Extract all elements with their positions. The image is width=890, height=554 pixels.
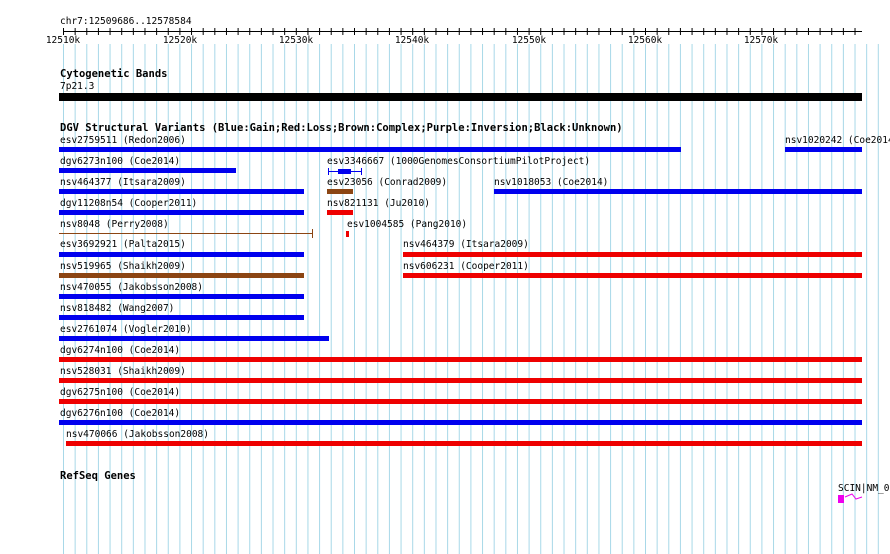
- variant-label[interactable]: nsv1018053 (Coe2014): [494, 177, 608, 188]
- variant-bar[interactable]: [327, 189, 353, 194]
- region-label: chr7:12509686..12578584: [60, 16, 192, 27]
- track-title-refseq: RefSeq Genes: [60, 470, 136, 482]
- variant-bar[interactable]: [59, 147, 681, 152]
- track-title-cytobands: Cytogenetic Bands: [60, 68, 168, 80]
- ruler-tick-label: 12540k: [394, 35, 430, 46]
- cytoband-bar[interactable]: [59, 93, 862, 101]
- variant-bar[interactable]: [59, 399, 862, 404]
- variant-label[interactable]: esv3346667 (1000GenomesConsortiumPilotPr…: [327, 156, 590, 167]
- variant-label[interactable]: esv2761074 (Vogler2010): [60, 324, 192, 335]
- ruler-tick-label: 12510k: [45, 35, 81, 46]
- variant-bar[interactable]: [59, 294, 304, 299]
- variant-label[interactable]: esv3692921 (Palta2015): [60, 239, 186, 250]
- variant-label[interactable]: dgv6275n100 (Coe2014): [60, 387, 180, 398]
- variant-label[interactable]: esv23056 (Conrad2009): [327, 177, 447, 188]
- variant-bar[interactable]: [785, 147, 862, 152]
- variant-bar[interactable]: [59, 273, 304, 278]
- gene-intron-arrow-icon: [844, 493, 863, 500]
- variant-bar[interactable]: [494, 189, 862, 194]
- gene-label[interactable]: SCIN|NM_0: [838, 483, 889, 494]
- variant-bar[interactable]: [59, 357, 862, 362]
- variant-label[interactable]: dgv6274n100 (Coe2014): [60, 345, 180, 356]
- variant-label[interactable]: esv1004585 (Pang2010): [347, 219, 467, 230]
- ruler-tick-label: 12560k: [627, 35, 663, 46]
- gene-exon[interactable]: [838, 495, 844, 503]
- variant-label[interactable]: nsv1020242 (Coe2014): [785, 135, 890, 146]
- cytoband-label: 7p21.3: [60, 81, 95, 92]
- variant-label[interactable]: esv2759511 (Redon2006): [60, 135, 186, 146]
- variant-bar[interactable]: [338, 169, 351, 174]
- variant-bar[interactable]: [59, 168, 236, 173]
- variant-bar[interactable]: [59, 189, 304, 194]
- variant-bar[interactable]: [346, 231, 349, 237]
- variant-label[interactable]: nsv8048 (Perry2008): [60, 219, 169, 230]
- variant-label[interactable]: nsv470055 (Jakobsson2008): [60, 282, 203, 293]
- variant-bar[interactable]: [59, 315, 304, 320]
- variant-label[interactable]: nsv519965 (Shaikh2009): [60, 261, 186, 272]
- variant-label[interactable]: nsv818482 (Wang2007): [60, 303, 174, 314]
- variant-label[interactable]: nsv464379 (Itsara2009): [403, 239, 529, 250]
- variant-bar[interactable]: [59, 420, 862, 425]
- ruler-tick-label: 12520k: [162, 35, 198, 46]
- variant-bar[interactable]: [403, 252, 862, 257]
- variant-label[interactable]: dgv11208n54 (Cooper2011): [60, 198, 197, 209]
- variant-bar[interactable]: [403, 273, 862, 278]
- variant-label[interactable]: nsv606231 (Cooper2011): [403, 261, 529, 272]
- ruler-tick-label: 12530k: [278, 35, 314, 46]
- variant-label[interactable]: nsv470066 (Jakobsson2008): [66, 429, 209, 440]
- variant-label[interactable]: dgv6276n100 (Coe2014): [60, 408, 180, 419]
- variant-bar[interactable]: [59, 336, 329, 341]
- variant-bar[interactable]: [327, 210, 353, 215]
- variant-label[interactable]: nsv528031 (Shaikh2009): [60, 366, 186, 377]
- variant-label[interactable]: nsv821131 (Ju2010): [327, 198, 430, 209]
- variant-bar[interactable]: [59, 210, 304, 215]
- ruler-tick-label: 12550k: [511, 35, 547, 46]
- variant-bar[interactable]: [59, 378, 862, 383]
- variant-bar[interactable]: [59, 252, 304, 257]
- ruler-tick-label: 12570k: [743, 35, 779, 46]
- variant-label[interactable]: dgv6273n100 (Coe2014): [60, 156, 180, 167]
- track-title-dgv: DGV Structural Variants (Blue:Gain;Red:L…: [60, 122, 623, 134]
- variant-label[interactable]: nsv464377 (Itsara2009): [60, 177, 186, 188]
- variant-bar[interactable]: [66, 441, 862, 446]
